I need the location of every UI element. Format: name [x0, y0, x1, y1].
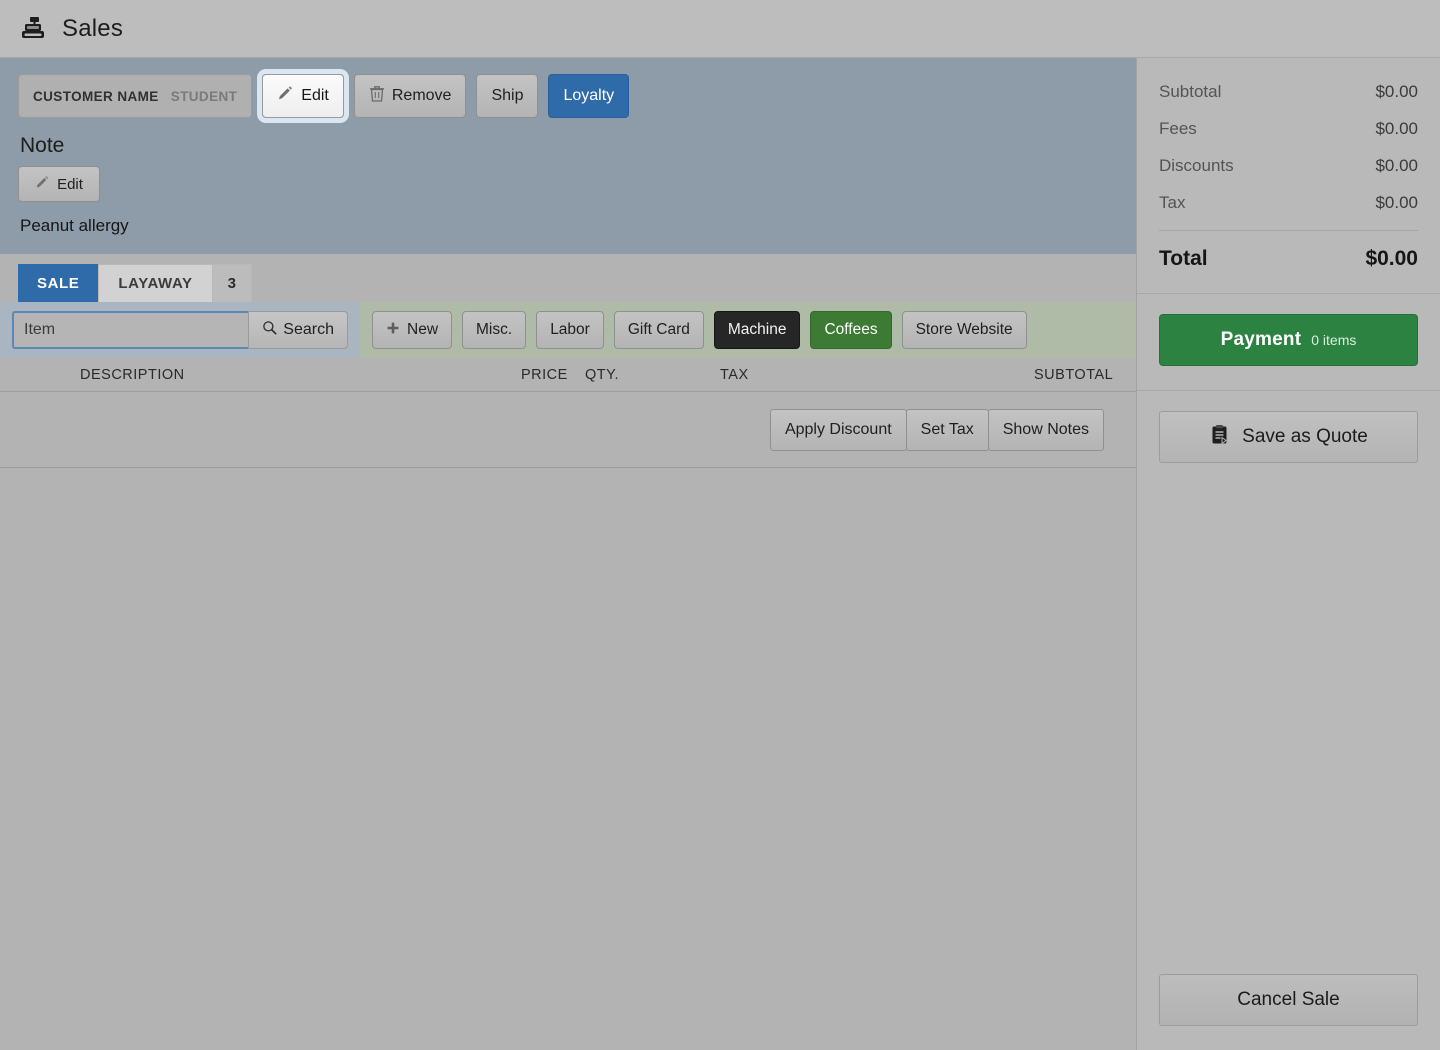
customer-edit-button[interactable]: Edit — [262, 74, 344, 118]
category-button-labor-label: Labor — [550, 321, 590, 338]
column-header-price: PRICE — [521, 366, 568, 383]
note-text: Peanut allergy — [20, 216, 129, 235]
discounts-value: $0.00 — [1375, 156, 1418, 175]
sales-app-window: Sales CUSTOMER NAME STUDENT Edit Remove … — [0, 0, 1440, 1050]
category-button-new[interactable]: New — [372, 311, 453, 349]
trash-icon — [369, 85, 385, 107]
totals-row-tax: Tax $0.00 — [1159, 193, 1418, 213]
show-notes-button[interactable]: Show Notes — [987, 408, 1104, 451]
payment-button-label: Payment — [1220, 329, 1302, 350]
magnifier-icon — [262, 320, 277, 340]
customer-toolbar: CUSTOMER NAME STUDENT Edit Remove Ship L… — [18, 74, 1118, 118]
customer-remove-button[interactable]: Remove — [353, 74, 467, 118]
totals-row-fees: Fees $0.00 — [1159, 119, 1418, 139]
column-header-tax: TAX — [720, 366, 749, 383]
discounts-label: Discounts — [1159, 156, 1234, 175]
totals-row-subtotal: Subtotal $0.00 — [1159, 82, 1418, 102]
column-header-subtotal: SUBTOTAL — [1034, 366, 1114, 383]
order-summary-sidebar: Subtotal $0.00 Fees $0.00 Discounts $0.0… — [1137, 58, 1440, 1050]
category-button-machine[interactable]: Machine — [713, 311, 801, 349]
payment-button[interactable]: Payment 0 items — [1159, 314, 1418, 366]
line-items-table-header: DESCRIPTION PRICE QTY. TAX SUBTOTAL — [0, 358, 1136, 392]
customer-name-label: CUSTOMER NAME — [33, 88, 159, 104]
fees-value: $0.00 — [1375, 119, 1418, 138]
pencil-icon — [35, 175, 50, 194]
tab-layaway-label: LAYAWAY — [118, 275, 193, 292]
note-edit-button[interactable]: Edit — [18, 166, 100, 202]
category-button-gift-card[interactable]: Gift Card — [613, 311, 704, 349]
category-button-coffees-label: Coffees — [824, 321, 878, 338]
subtotal-label: Subtotal — [1159, 82, 1222, 101]
line-item-actions: Apply Discount Set Tax Show Notes — [0, 392, 1136, 468]
tab-layaway[interactable]: LAYAWAY — [98, 264, 213, 302]
fees-label: Fees — [1159, 119, 1197, 138]
search-zone: Search — [0, 302, 360, 358]
customer-edit-label: Edit — [301, 87, 329, 104]
tab-sale-label: SALE — [37, 274, 80, 292]
category-button-store-website-label: Store Website — [915, 321, 1013, 338]
search-input[interactable] — [12, 311, 249, 349]
grand-total-label: Total — [1159, 247, 1208, 270]
grand-total-value: $0.00 — [1365, 247, 1418, 270]
apply-discount-button[interactable]: Apply Discount — [769, 408, 907, 451]
line-items-list — [0, 468, 1136, 1050]
category-button-misc-label: Misc. — [476, 321, 513, 338]
category-button-gift-card-label: Gift Card — [627, 321, 690, 338]
set-tax-label: Set Tax — [920, 420, 974, 438]
save-as-quote-label: Save as Quote — [1242, 426, 1368, 447]
tab-sale[interactable]: SALE — [18, 264, 99, 302]
subtotal-value: $0.00 — [1375, 82, 1418, 101]
cancel-sale-button[interactable]: Cancel Sale — [1159, 974, 1418, 1026]
customer-name-display: CUSTOMER NAME STUDENT — [18, 74, 253, 118]
category-button-labor[interactable]: Labor — [536, 311, 604, 349]
customer-note-panel: CUSTOMER NAME STUDENT Edit Remove Ship L… — [0, 58, 1136, 254]
window-titlebar: Sales — [0, 0, 1440, 58]
totals-panel: Subtotal $0.00 Fees $0.00 Discounts $0.0… — [1137, 58, 1440, 293]
category-buttons-zone: New Misc. Labor Gift Card Machine Coffee… — [360, 302, 1136, 358]
category-button-coffees[interactable]: Coffees — [810, 311, 892, 349]
column-header-qty: QTY. — [585, 366, 619, 383]
search-button[interactable]: Search — [248, 311, 348, 349]
quote-zone: Save as Quote — [1137, 391, 1440, 483]
body-split: CUSTOMER NAME STUDENT Edit Remove Ship L… — [0, 58, 1440, 1050]
sale-layaway-tabs: SALE LAYAWAY 3 — [0, 254, 1136, 302]
column-header-description: DESCRIPTION — [80, 366, 185, 383]
totals-row-discounts: Discounts $0.00 — [1159, 156, 1418, 176]
apply-discount-label: Apply Discount — [784, 420, 892, 438]
payment-zone: Payment 0 items — [1137, 294, 1440, 390]
set-tax-button[interactable]: Set Tax — [905, 408, 989, 451]
customer-name-value: STUDENT — [170, 88, 238, 104]
payment-button-item-count: 0 items — [1311, 332, 1357, 348]
totals-divider — [1159, 230, 1418, 231]
plus-icon — [386, 321, 400, 340]
cancel-sale-label: Cancel Sale — [1237, 989, 1340, 1010]
tax-value: $0.00 — [1375, 193, 1418, 212]
customer-remove-label: Remove — [391, 87, 452, 104]
search-and-categories-row: Search New Misc. — [0, 302, 1136, 358]
category-button-machine-label: Machine — [727, 321, 787, 338]
tax-label: Tax — [1159, 193, 1186, 212]
search-button-label: Search — [283, 321, 334, 338]
main-column: CUSTOMER NAME STUDENT Edit Remove Ship L… — [0, 58, 1137, 1050]
show-notes-label: Show Notes — [1002, 420, 1089, 438]
category-button-store-website[interactable]: Store Website — [901, 311, 1027, 349]
totals-row-grand: Total $0.00 — [1159, 247, 1418, 271]
quote-clipboard-icon — [1209, 424, 1230, 451]
category-button-new-label: New — [407, 321, 439, 338]
cancel-zone: Cancel Sale — [1137, 974, 1440, 1050]
customer-ship-label: Ship — [491, 87, 524, 104]
customer-loyalty-button[interactable]: Loyalty — [548, 74, 630, 118]
customer-loyalty-label: Loyalty — [563, 87, 615, 104]
pencil-icon — [277, 85, 294, 107]
note-edit-label: Edit — [57, 175, 83, 193]
category-button-misc[interactable]: Misc. — [462, 311, 527, 349]
note-heading: Note — [20, 134, 65, 157]
cash-register-icon — [18, 14, 48, 44]
customer-ship-button[interactable]: Ship — [476, 74, 539, 118]
tab-layaway-count[interactable]: 3 — [212, 264, 252, 302]
page-title: Sales — [62, 14, 124, 42]
save-as-quote-button[interactable]: Save as Quote — [1159, 411, 1418, 463]
